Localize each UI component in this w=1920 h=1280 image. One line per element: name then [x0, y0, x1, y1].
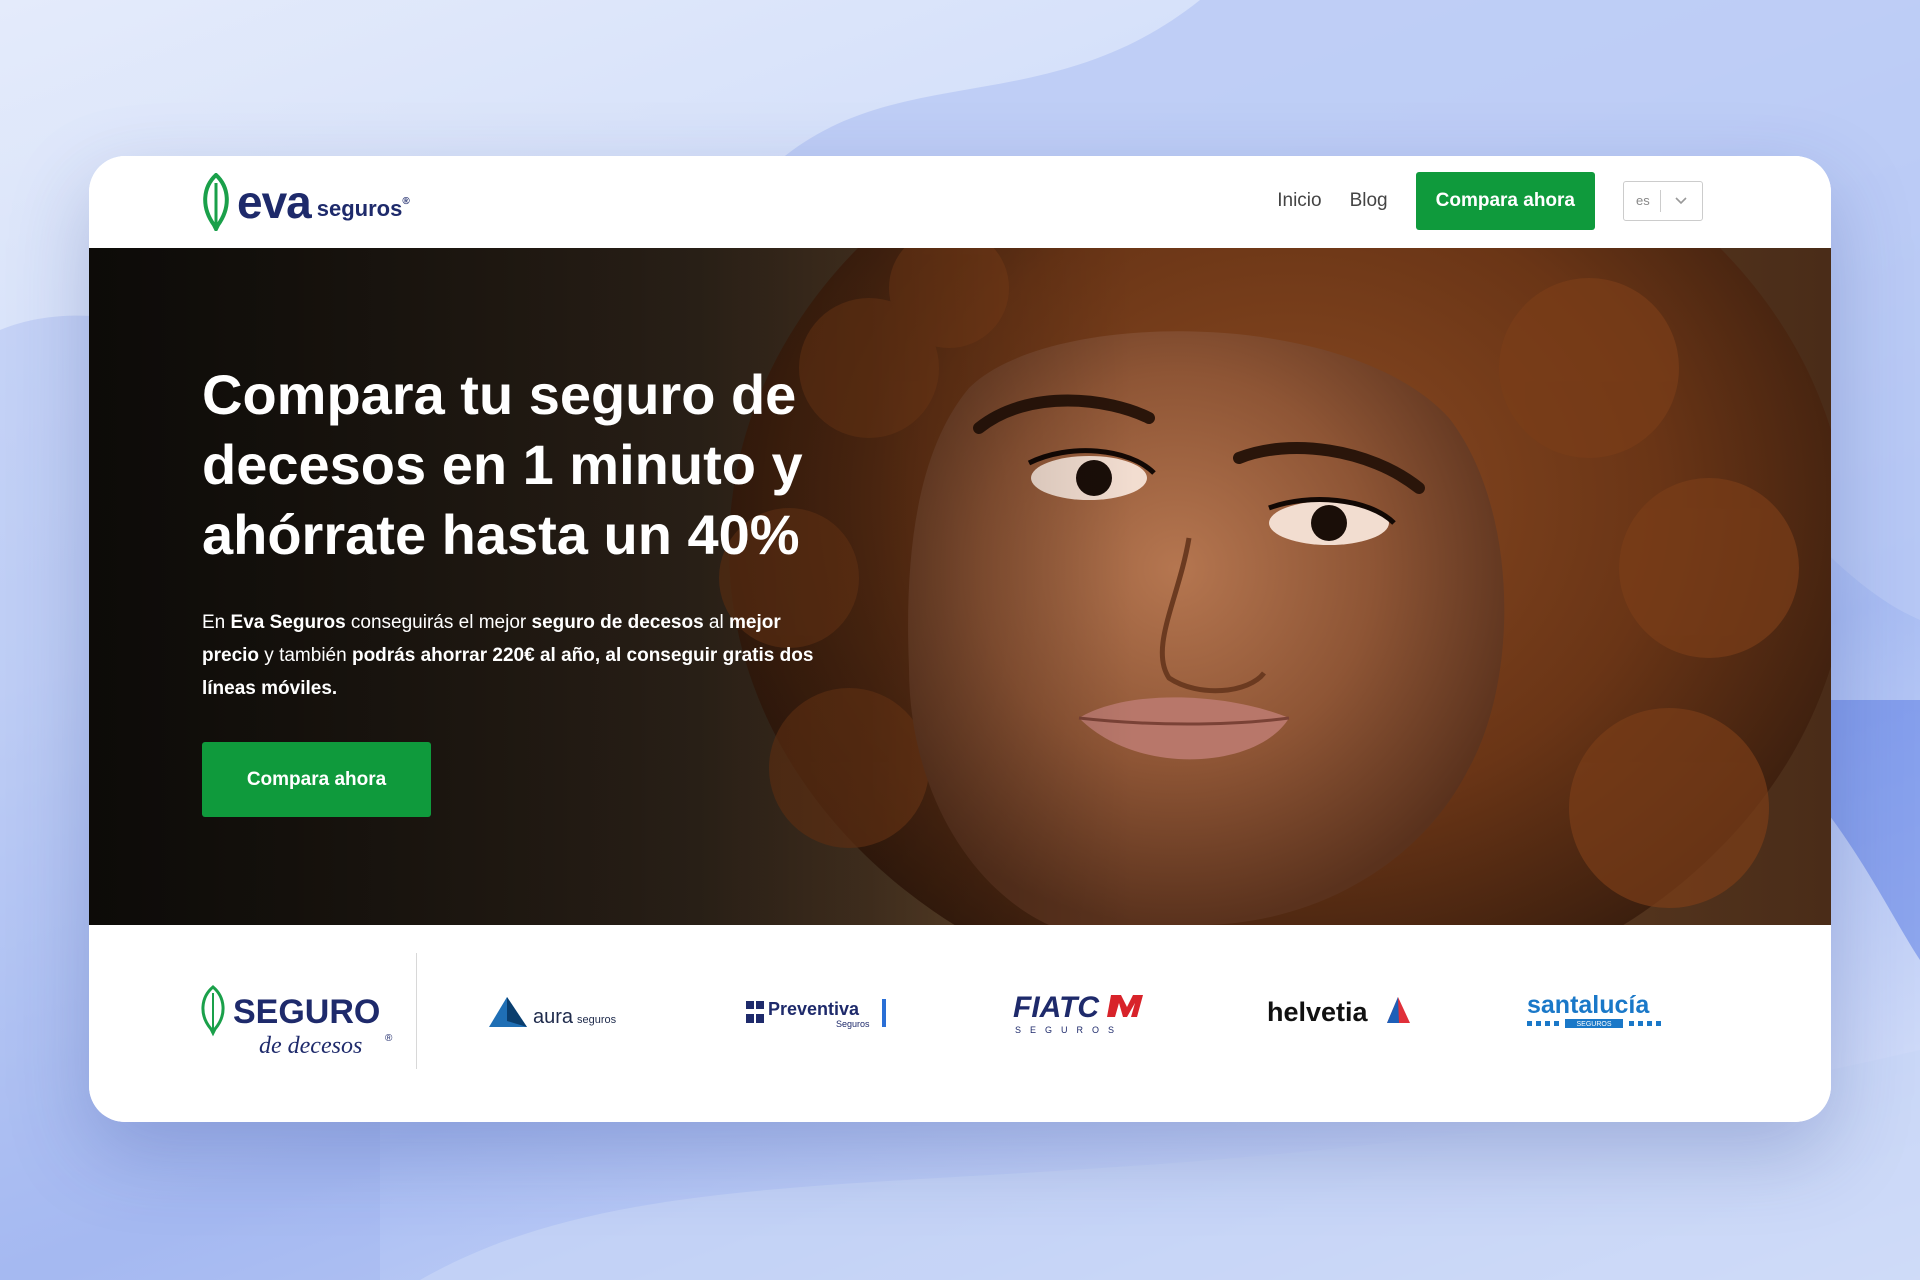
- santalucia-name: santalucía: [1527, 991, 1650, 1019]
- hero-portrait-image: [89, 248, 1831, 925]
- partners-divider: [416, 953, 417, 1069]
- language-value: es: [1624, 190, 1661, 212]
- hero-text-bold: Eva Seguros: [230, 612, 346, 633]
- seguro-de-decesos-logo: SEGURO de decesos ®: [201, 985, 393, 1059]
- partner-logo-santalucia: santalucía SEGUROS: [1525, 983, 1675, 1039]
- hero-section: Compara tu seguro de decesos en 1 minuto…: [89, 248, 1831, 925]
- fiatc-name: FIATC: [1013, 991, 1100, 1024]
- nav-link-blog[interactable]: Blog: [1350, 190, 1388, 212]
- hero-text-part: conseguirás el mejor: [345, 612, 532, 633]
- seguro-logo-reg: ®: [385, 1033, 393, 1044]
- santalucia-sub: SEGUROS: [1576, 1021, 1611, 1028]
- hero-description: En Eva Seguros conseguirás el mejor segu…: [202, 606, 822, 705]
- main-nav: Inicio Blog Compara ahora es: [1277, 172, 1703, 230]
- hero-text-part: al: [703, 612, 729, 633]
- partner-logo-helvetia: helvetia: [1265, 983, 1415, 1039]
- logo-registered-mark: ®: [402, 196, 410, 207]
- preventiva-sub: Seguros: [836, 1019, 870, 1029]
- seguro-logo-line2: de decesos: [259, 1033, 362, 1059]
- seguro-logo-line1: SEGURO: [233, 993, 380, 1031]
- partner-logo-fiatc: FIATC SEGUROS: [1011, 983, 1151, 1039]
- hero-text-part: y también: [259, 645, 352, 666]
- leaf-icon: [203, 173, 229, 231]
- aura-name: aura: [533, 1006, 574, 1028]
- partner-logo-aura: aura seguros: [487, 983, 627, 1039]
- preventiva-name: Preventiva: [768, 999, 860, 1019]
- fiatc-sub: SEGUROS: [1015, 1025, 1123, 1035]
- partners-bar: SEGURO de decesos ® aura seguros Prevent…: [89, 925, 1831, 1122]
- partner-logo-preventiva: Preventiva Seguros: [744, 983, 894, 1039]
- aura-sub: seguros: [577, 1014, 617, 1026]
- helvetia-name: helvetia: [1267, 997, 1369, 1027]
- hero-compara-button[interactable]: Compara ahora: [202, 742, 431, 817]
- logo-seguros-text: seguros®: [317, 196, 410, 222]
- browser-card: eva seguros® Inicio Blog Compara ahora e…: [89, 156, 1831, 1122]
- hero-text-part: En: [202, 612, 231, 633]
- hero-text-bold: seguro de decesos: [531, 612, 704, 633]
- logo-eva-text: eva: [237, 176, 312, 228]
- eva-seguros-logo[interactable]: eva seguros®: [199, 170, 410, 234]
- header-compara-button[interactable]: Compara ahora: [1415, 172, 1595, 230]
- hero-title: Compara tu seguro de decesos en 1 minuto…: [202, 363, 803, 566]
- language-select[interactable]: es: [1623, 181, 1703, 221]
- site-header: eva seguros® Inicio Blog Compara ahora e…: [89, 156, 1831, 248]
- chevron-down-icon: [1661, 196, 1702, 206]
- logo-seguros-label: seguros: [316, 196, 403, 221]
- nav-link-inicio[interactable]: Inicio: [1277, 190, 1321, 212]
